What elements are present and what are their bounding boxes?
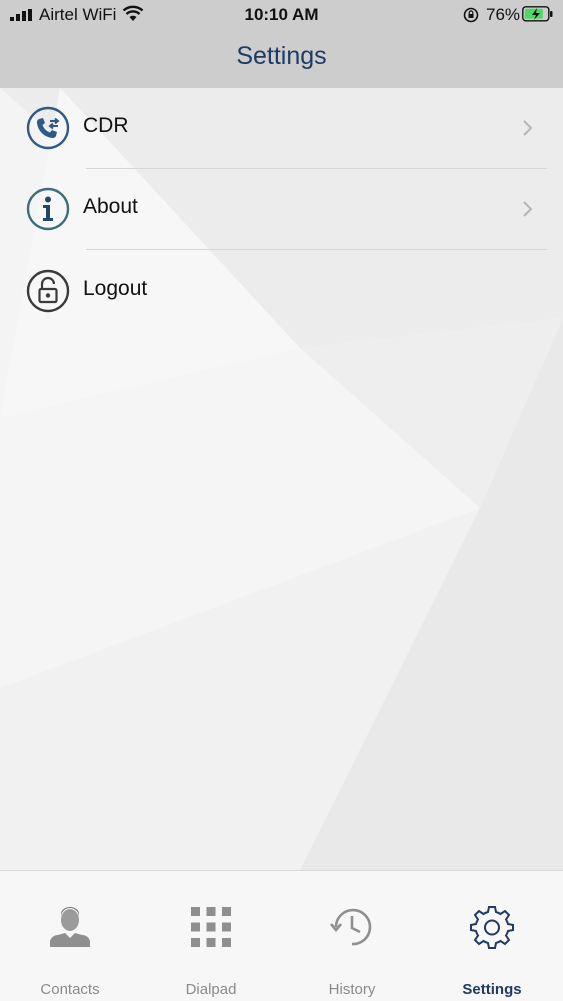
tab-history[interactable]: History <box>282 871 422 1001</box>
dialpad-icon <box>191 907 231 947</box>
menu-label-cdr: CDR <box>83 114 129 137</box>
menu-item-about[interactable]: About <box>0 169 563 250</box>
lock-icon <box>26 269 70 313</box>
menu-item-logout[interactable]: Logout <box>0 251 563 332</box>
contacts-icon <box>50 907 90 947</box>
page-title: Settings <box>236 42 327 70</box>
battery-percent: 76% <box>486 5 521 24</box>
top-bar: Airtel WiFi 10:10 AM 76% Settings <box>0 0 563 88</box>
rotation-lock-icon <box>463 7 479 23</box>
divider <box>86 249 547 250</box>
tab-label-history: History <box>328 981 376 998</box>
menu-label-about: About <box>83 195 138 218</box>
chevron-right-icon <box>523 201 533 217</box>
tab-dialpad[interactable]: Dialpad <box>141 871 281 1001</box>
battery-icon <box>522 6 553 22</box>
phone-log-icon <box>26 106 70 150</box>
info-icon <box>26 187 70 231</box>
tab-label-settings: Settings <box>462 981 522 998</box>
tab-bar: Contacts Dialpad History Settings <box>0 870 563 1001</box>
menu-item-cdr[interactable]: CDR <box>0 88 563 169</box>
menu-label-logout: Logout <box>83 277 148 300</box>
history-icon <box>330 908 372 946</box>
status-bar: Airtel WiFi 10:10 AM 76% <box>0 0 563 30</box>
tab-label-contacts: Contacts <box>40 981 100 998</box>
tab-settings[interactable]: Settings <box>422 871 562 1001</box>
tab-label-dialpad: Dialpad <box>185 981 237 998</box>
gear-icon <box>470 906 514 949</box>
chevron-right-icon <box>523 120 533 136</box>
tab-contacts[interactable]: Contacts <box>0 871 140 1001</box>
